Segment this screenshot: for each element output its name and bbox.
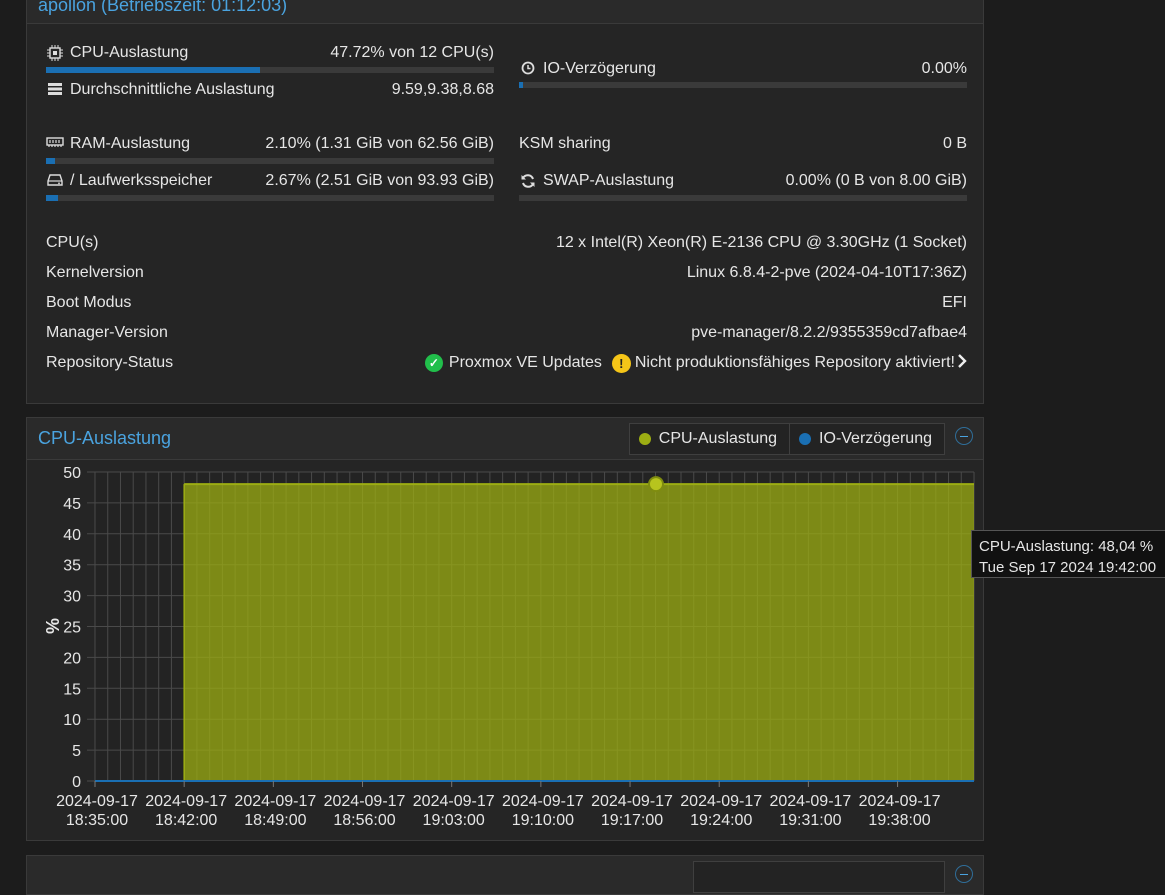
node-status-header: apollon (Betriebszeit: 01:12:03) bbox=[27, 0, 983, 24]
ksm-sharing-label: KSM sharing bbox=[519, 135, 611, 152]
node-status-panel: apollon (Betriebszeit: 01:12:03) CPU-Aus… bbox=[26, 0, 984, 404]
ram-usage-value: 2.10% (1.31 GiB von 62.56 GiB) bbox=[265, 135, 494, 152]
ksm-sharing-value: 0 B bbox=[942, 135, 967, 152]
ram-usage-row: RAM-Auslastung 2.10% (1.31 GiB von 62.56… bbox=[46, 134, 494, 154]
info-row-kernel: Kernelversion Linux 6.8.4-2-pve (2024-04… bbox=[46, 262, 967, 284]
refresh-icon bbox=[519, 173, 537, 189]
chevron-right-icon[interactable] bbox=[957, 353, 967, 373]
swap-usage-label: SWAP-Auslastung bbox=[543, 172, 675, 189]
disk-usage-bar-fill bbox=[46, 195, 58, 201]
memory-icon bbox=[46, 136, 64, 152]
cpu-chip-icon bbox=[46, 45, 64, 61]
disk-usage-value: 2.67% (2.51 GiB von 93.93 GiB) bbox=[265, 172, 494, 189]
info-row-boot-mode: Boot Modus EFI bbox=[46, 292, 967, 314]
ksm-sharing-row: KSM sharing 0 B bbox=[519, 134, 967, 154]
cpu-usage-header: CPU-Auslastung CPU-Auslastung IO-Verzöge… bbox=[27, 418, 983, 460]
cpu-usage-title: CPU-Auslastung bbox=[38, 428, 172, 448]
info-value: pve-manager/8.2.2/9355359cd7afbae4 bbox=[691, 324, 967, 341]
cpu-usage-label: CPU-Auslastung bbox=[70, 44, 189, 61]
swap-usage-value: 0.00% (0 B von 8.00 GiB) bbox=[785, 172, 967, 189]
cpu-usage-row: CPU-Auslastung 47.72% von 12 CPU(s) bbox=[46, 43, 494, 63]
hdd-icon bbox=[46, 173, 64, 189]
info-key: Manager-Version bbox=[46, 324, 168, 341]
next-panel bbox=[26, 855, 984, 895]
repository-warning-text: Nicht produktionsfähiges Repository akti… bbox=[634, 354, 955, 371]
repository-ok-text: Proxmox VE Updates bbox=[448, 354, 602, 371]
io-delay-value: 0.00% bbox=[921, 60, 967, 77]
tooltip-line-1: CPU-Auslastung: 48,04 % bbox=[979, 538, 1154, 555]
repository-status-value[interactable]: ✓ Proxmox VE Updates ! Nicht produktions… bbox=[424, 353, 967, 373]
legend-item-io[interactable]: IO-Verzögerung bbox=[790, 424, 944, 454]
collapse-icon[interactable] bbox=[955, 427, 973, 445]
io-delay-label: IO-Verzögerung bbox=[543, 60, 656, 77]
legend-label-cpu: CPU-Auslastung bbox=[658, 430, 778, 447]
cpu-usage-value: 47.72% von 12 CPU(s) bbox=[330, 44, 494, 61]
swap-usage-bar bbox=[519, 195, 967, 201]
tooltip-line-2: Tue Sep 17 2024 19:42:00 bbox=[979, 559, 1157, 576]
swap-usage-row: SWAP-Auslastung 0.00% (0 B von 8.00 GiB) bbox=[519, 171, 967, 191]
info-row-repository-status[interactable]: Repository-Status ✓ Proxmox VE Updates !… bbox=[46, 352, 967, 374]
legend-item-cpu[interactable]: CPU-Auslastung bbox=[630, 424, 791, 454]
disk-usage-bar bbox=[46, 195, 494, 201]
info-key: CPU(s) bbox=[46, 234, 99, 251]
clock-icon bbox=[519, 61, 537, 77]
exclamation-circle-icon: ! bbox=[611, 353, 631, 373]
chart-legend: CPU-Auslastung IO-Verzögerung bbox=[628, 423, 945, 455]
check-circle-icon: ✓ bbox=[424, 354, 443, 372]
load-average-value: 9.59,9.38,8.68 bbox=[391, 81, 494, 98]
io-delay-bar bbox=[519, 82, 967, 88]
repository-status-key: Repository-Status bbox=[46, 354, 174, 371]
next-panel-legend bbox=[693, 861, 945, 893]
ram-usage-bar-fill bbox=[46, 158, 56, 164]
legend-dot-cpu bbox=[638, 433, 651, 445]
cpu-usage-bar bbox=[46, 67, 494, 73]
info-key: Boot Modus bbox=[46, 294, 132, 311]
io-delay-row: IO-Verzögerung 0.00% bbox=[519, 59, 967, 79]
chart-tooltip: CPU-Auslastung: 48,04 % Tue Sep 17 2024 … bbox=[971, 530, 1165, 578]
server-list-icon bbox=[46, 82, 64, 98]
ram-usage-label: RAM-Auslastung bbox=[70, 135, 191, 152]
io-delay-bar-fill bbox=[519, 82, 523, 88]
disk-usage-row: / Laufwerksspeicher 2.67% (2.51 GiB von … bbox=[46, 171, 494, 191]
collapse-icon[interactable] bbox=[955, 865, 973, 883]
disk-usage-label: / Laufwerksspeicher bbox=[70, 172, 213, 189]
info-row-manager-version: Manager-Version pve-manager/8.2.2/935535… bbox=[46, 322, 967, 344]
node-status-title: apollon (Betriebszeit: 01:12:03) bbox=[38, 0, 288, 15]
legend-label-io: IO-Verzögerung bbox=[819, 430, 932, 447]
info-value: EFI bbox=[942, 294, 967, 311]
info-row-cpus: CPU(s) 12 x Intel(R) Xeon(R) E-2136 CPU … bbox=[46, 232, 967, 254]
info-key: Kernelversion bbox=[46, 264, 144, 281]
legend-dot-io bbox=[799, 433, 812, 445]
info-value: Linux 6.8.4-2-pve (2024-04-10T17:36Z) bbox=[686, 264, 967, 281]
ram-usage-bar bbox=[46, 158, 494, 164]
cpu-usage-bar-fill bbox=[46, 67, 260, 73]
cpu-usage-panel: CPU-Auslastung CPU-Auslastung IO-Verzöge… bbox=[26, 417, 984, 841]
load-average-label: Durchschnittliche Auslastung bbox=[70, 81, 275, 98]
load-average-row: Durchschnittliche Auslastung 9.59,9.38,8… bbox=[46, 80, 494, 100]
info-value: 12 x Intel(R) Xeon(R) E-2136 CPU @ 3.30G… bbox=[555, 234, 967, 251]
